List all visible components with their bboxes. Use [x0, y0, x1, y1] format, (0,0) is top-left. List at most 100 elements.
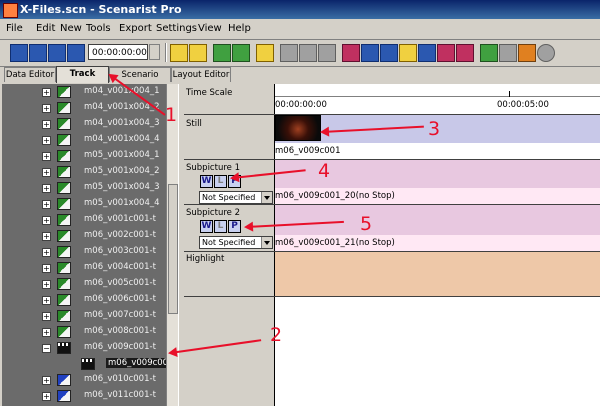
subpicture1-select[interactable]: Not Specified — [199, 191, 273, 204]
track-icon — [57, 310, 71, 322]
expand-icon[interactable]: + — [42, 200, 51, 209]
menu-new[interactable]: New — [60, 23, 82, 34]
expand-icon[interactable]: + — [42, 152, 51, 161]
collapse-icon[interactable]: − — [42, 344, 51, 353]
expand-icon[interactable]: + — [42, 120, 51, 129]
track-icon — [57, 102, 71, 114]
tree-item[interactable]: + m05_v001x004_1 — [2, 148, 166, 164]
expand-icon[interactable]: + — [42, 88, 51, 97]
video-track-icon[interactable] — [342, 44, 360, 62]
zoom-out-icon[interactable] — [232, 44, 250, 62]
tree-item[interactable]: + m05_v001x004_4 — [2, 196, 166, 212]
still-thumbnail[interactable] — [275, 115, 321, 141]
tree-item[interactable]: + m06_v003c001-t — [2, 244, 166, 260]
p-button[interactable]: P — [228, 220, 241, 233]
expand-icon[interactable]: + — [42, 392, 51, 401]
tree-item[interactable]: + m06_v007c001-t — [2, 308, 166, 324]
paste-icon[interactable] — [318, 44, 336, 62]
monitor-icon[interactable] — [67, 44, 85, 62]
tree-item[interactable]: − m06_v009c001-t — [2, 340, 166, 356]
expand-icon[interactable]: + — [42, 376, 51, 385]
tree-item-selected[interactable]: m06_v009c001 — [2, 356, 176, 372]
subpicture1-clip[interactable]: m06_v009c001_20(no Stop) — [275, 188, 600, 204]
time-ruler[interactable]: 00:00:00:00 00:00:05:00 — [275, 84, 600, 114]
folder-icon[interactable] — [256, 44, 274, 62]
tree-item[interactable]: + m04_v001x004_2 — [2, 100, 166, 116]
expand-icon[interactable]: + — [42, 168, 51, 177]
menu-edit[interactable]: Edit — [36, 23, 55, 34]
menu-view[interactable]: View — [198, 23, 222, 34]
expand-icon[interactable]: + — [42, 136, 51, 145]
subpicture2-select[interactable]: Not Specified — [199, 236, 273, 249]
palette-icon[interactable] — [189, 44, 207, 62]
highlight-icon[interactable] — [437, 44, 455, 62]
preview-icon[interactable] — [170, 44, 188, 62]
tree-item[interactable]: + m06_v004c001-t — [2, 260, 166, 276]
tree-item[interactable]: + m06_v001c001-t — [2, 212, 166, 228]
tree-item[interactable]: + m06_v002c001-t — [2, 228, 166, 244]
cut-icon[interactable] — [280, 44, 298, 62]
expand-icon[interactable]: + — [42, 232, 51, 241]
new-folder-icon[interactable] — [499, 44, 517, 62]
track-view-icon[interactable] — [48, 44, 66, 62]
expand-icon[interactable]: + — [42, 312, 51, 321]
tree-item[interactable]: + m06_v011c001-t — [2, 388, 166, 404]
audio-track-icon[interactable] — [361, 44, 379, 62]
menu-file[interactable]: File — [6, 23, 23, 34]
open-folder-icon[interactable] — [480, 44, 498, 62]
tab-data-editor[interactable]: Data Editor — [4, 67, 56, 82]
l-button[interactable]: L — [214, 175, 227, 188]
tree-item[interactable]: + m06_v008c001-t — [2, 324, 166, 340]
timecode-spinner[interactable] — [149, 44, 160, 60]
subtitle-icon[interactable] — [418, 44, 436, 62]
subpicture2-clip[interactable]: m06_v009c001_21(no Stop) — [275, 235, 600, 251]
tree-item[interactable]: + m04_v001x004_3 — [2, 116, 166, 132]
chevron-down-icon[interactable] — [261, 192, 272, 203]
tree-item[interactable]: + m06_v005c001-t — [2, 276, 166, 292]
track-icon — [57, 230, 71, 242]
expand-icon[interactable]: + — [42, 264, 51, 273]
expand-icon[interactable]: + — [42, 216, 51, 225]
expand-icon[interactable]: + — [42, 248, 51, 257]
tree-item[interactable]: + m05_v001x004_2 — [2, 164, 166, 180]
tree-item[interactable]: + m05_v001x004_3 — [2, 180, 166, 196]
menu-tools[interactable]: Tools — [86, 23, 111, 34]
menu-settings[interactable]: Settings — [156, 23, 197, 34]
tree-item[interactable]: + m06_v006c001-t — [2, 292, 166, 308]
ruler-mark-label: 00:00:05:00 — [497, 100, 549, 110]
zoom-in-icon[interactable] — [213, 44, 231, 62]
layout-icon[interactable] — [10, 44, 28, 62]
expand-icon[interactable]: + — [42, 296, 51, 305]
row-divider — [184, 296, 600, 297]
l-button[interactable]: L — [214, 220, 227, 233]
chevron-down-icon[interactable] — [261, 237, 272, 248]
copy-icon[interactable] — [299, 44, 317, 62]
expand-icon[interactable]: + — [42, 104, 51, 113]
camera-icon[interactable] — [380, 44, 398, 62]
expand-icon[interactable]: + — [42, 184, 51, 193]
subpicture2-track[interactable] — [275, 205, 600, 235]
row-divider — [184, 114, 600, 115]
expand-icon[interactable]: + — [42, 280, 51, 289]
w-button[interactable]: W — [200, 175, 213, 188]
highlight-track[interactable] — [275, 252, 600, 296]
track-icon — [57, 166, 71, 178]
grid-icon[interactable] — [456, 44, 474, 62]
tree-item[interactable]: + m04_v001x004_4 — [2, 132, 166, 148]
tab-track-editor[interactable]: Track Editor — [56, 66, 109, 94]
tab-layout-editor[interactable]: Layout Editor — [171, 67, 231, 82]
color-grid-icon[interactable] — [518, 44, 536, 62]
menu-help[interactable]: Help — [228, 23, 251, 34]
sound-icon[interactable] — [399, 44, 417, 62]
menu-editor-icon[interactable] — [29, 44, 47, 62]
timecode-input[interactable]: 00:00:00:00 — [88, 44, 148, 60]
expand-icon[interactable]: + — [42, 328, 51, 337]
subpicture1-label: Subpicture 1 — [186, 163, 240, 173]
clapperboard-icon — [81, 358, 95, 370]
tree-item-label: m06_v011c001-t — [84, 390, 156, 400]
record-icon[interactable] — [537, 44, 555, 62]
tree-item[interactable]: + m06_v010c001-t — [2, 372, 166, 388]
scrollbar-thumb[interactable] — [168, 184, 178, 314]
w-button[interactable]: W — [200, 220, 213, 233]
menu-export[interactable]: Export — [119, 23, 152, 34]
